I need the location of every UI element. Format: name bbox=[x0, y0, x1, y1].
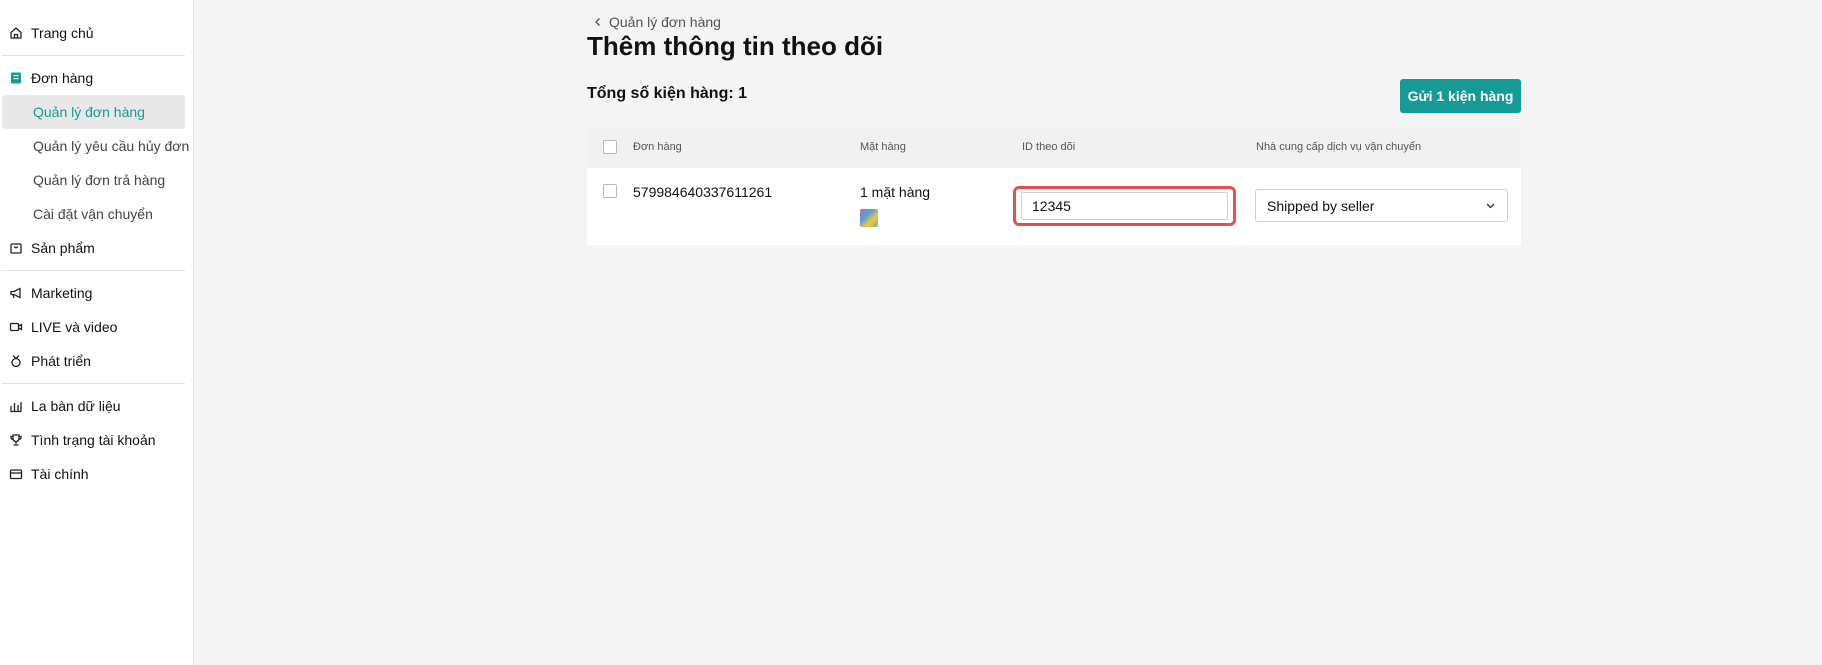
sidebar-item-label: Tài chính bbox=[31, 466, 89, 482]
sidebar-item-products[interactable]: Sản phẩm bbox=[0, 231, 193, 265]
video-icon bbox=[9, 320, 23, 334]
home-icon bbox=[9, 26, 23, 40]
sidebar-item-returns[interactable]: Quản lý đơn trả hàng bbox=[2, 163, 185, 197]
sidebar-item-data-compass[interactable]: La bàn dữ liệu bbox=[0, 389, 193, 423]
sidebar-item-account-health[interactable]: Tình trạng tài khoản bbox=[0, 423, 193, 457]
sidebar-divider bbox=[2, 55, 185, 56]
breadcrumb[interactable]: Quản lý đơn hàng bbox=[593, 14, 721, 30]
chevron-down-icon bbox=[1486, 203, 1495, 209]
bag-icon bbox=[9, 241, 23, 255]
sidebar-item-marketing[interactable]: Marketing bbox=[0, 276, 193, 310]
select-all-checkbox[interactable] bbox=[603, 140, 617, 154]
sidebar-item-growth[interactable]: Phát triển bbox=[0, 344, 193, 378]
header-order: Đơn hàng bbox=[633, 141, 682, 153]
header-carrier: Nhà cung cấp dịch vụ vận chuyển bbox=[1256, 141, 1422, 153]
trophy-icon bbox=[9, 433, 23, 447]
header-items: Mặt hàng bbox=[860, 141, 906, 153]
table-header: Đơn hàng Mặt hàng ID theo dõi Nhà cung c… bbox=[587, 127, 1521, 168]
sidebar-item-live-video[interactable]: LIVE và video bbox=[0, 310, 193, 344]
page-title: Thêm thông tin theo dõi bbox=[587, 31, 884, 61]
chart-icon bbox=[9, 399, 23, 413]
sidebar-item-orders[interactable]: Đơn hàng bbox=[0, 61, 193, 95]
sidebar-item-label: Sản phẩm bbox=[31, 240, 95, 256]
sidebar-item-label: Marketing bbox=[31, 285, 93, 301]
sidebar-item-label: La bàn dữ liệu bbox=[31, 398, 121, 414]
sidebar-divider bbox=[2, 270, 185, 271]
sidebar-item-cancellation-requests[interactable]: Quản lý yêu cầu hủy đơn bbox=[2, 129, 189, 163]
order-id: 579984640337611261 bbox=[633, 184, 773, 200]
sidebar-item-label: Trang chủ bbox=[31, 25, 94, 41]
breadcrumb-label: Quản lý đơn hàng bbox=[609, 14, 721, 30]
sidebar-item-finance[interactable]: Tài chính bbox=[0, 457, 193, 491]
sidebar-item-label: Phát triển bbox=[31, 353, 91, 369]
sidebar-item-label: Đơn hàng bbox=[31, 70, 94, 86]
carrier-select[interactable]: Shipped by seller bbox=[1255, 189, 1508, 222]
megaphone-icon bbox=[9, 286, 23, 300]
header-tracking-id: ID theo dõi bbox=[1022, 141, 1076, 153]
table-row: 579984640337611261 1 mặt hàng Shipped by… bbox=[587, 168, 1521, 245]
tracking-id-input[interactable] bbox=[1021, 192, 1228, 220]
sidebar-item-shipping-settings[interactable]: Cài đặt vận chuyển bbox=[2, 197, 185, 231]
tracking-id-highlight bbox=[1013, 186, 1236, 226]
sidebar-item-order-management[interactable]: Quản lý đơn hàng bbox=[2, 95, 185, 129]
chevron-left-icon bbox=[595, 18, 600, 26]
sidebar-item-label: LIVE và video bbox=[31, 319, 118, 335]
item-count: 1 mặt hàng bbox=[860, 184, 931, 200]
orders-table: Đơn hàng Mặt hàng ID theo dõi Nhà cung c… bbox=[587, 127, 1521, 245]
ship-packages-button[interactable]: Gửi 1 kiện hàng bbox=[1400, 79, 1521, 113]
total-packages: Tổng số kiện hàng: 1 bbox=[587, 85, 748, 102]
sidebar-divider bbox=[2, 383, 185, 384]
sidebar-item-home[interactable]: Trang chủ bbox=[0, 16, 193, 50]
carrier-select-value: Shipped by seller bbox=[1267, 197, 1375, 214]
medal-icon bbox=[9, 354, 23, 368]
row-checkbox[interactable] bbox=[603, 184, 617, 198]
sidebar: Trang chủ Đơn hàng Quản lý đơn hàng Quản… bbox=[0, 0, 194, 665]
product-thumbnail[interactable] bbox=[860, 209, 878, 227]
sidebar-item-label: Tình trạng tài khoản bbox=[31, 432, 156, 448]
orders-icon bbox=[9, 71, 23, 85]
wallet-icon bbox=[9, 467, 23, 481]
